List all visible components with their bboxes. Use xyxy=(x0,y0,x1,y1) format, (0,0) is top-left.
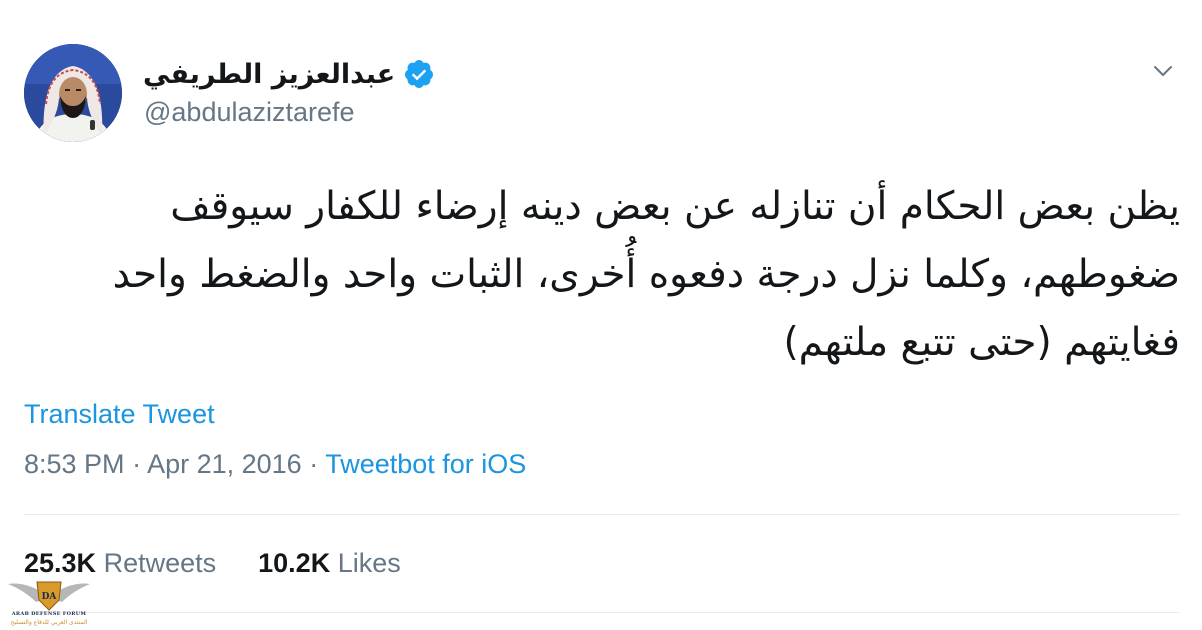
verified-badge-icon xyxy=(403,58,435,90)
author-avatar[interactable] xyxy=(24,44,122,142)
tweet-date[interactable]: Apr 21, 2016 xyxy=(147,449,302,479)
tweet-text-line: يظن بعض الحكام أن تنازله عن بعض دينه إرض… xyxy=(170,184,1180,229)
author-display-name[interactable]: عبدالعزيز الطريفي xyxy=(143,59,395,90)
tweet-metadata: 8:53 PM · Apr 21, 2016 · Tweetbot for iO… xyxy=(24,449,526,480)
svg-text:DA: DA xyxy=(42,592,58,602)
tweet-card: عبدالعزيز الطريفي @abdulaziztarefe يظن ب… xyxy=(0,0,1202,630)
watermark-subtitle: المنتدى العربي للدفاع والتسليح xyxy=(10,619,88,626)
tweet-text-line: فغايتهم (حتى تتبع ملتهم) xyxy=(783,320,1180,365)
author-name-row[interactable]: عبدالعزيز الطريفي xyxy=(143,54,435,94)
likes-label: Likes xyxy=(337,548,401,578)
meta-separator: · xyxy=(301,449,326,479)
meta-separator: · xyxy=(124,449,148,479)
likes-stat[interactable]: 10.2K Likes xyxy=(258,548,401,579)
tweet-time[interactable]: 8:53 PM xyxy=(24,449,125,479)
chevron-down-icon[interactable] xyxy=(1150,58,1176,84)
translate-tweet-link[interactable]: Translate Tweet xyxy=(24,399,215,430)
likes-count: 10.2K xyxy=(258,548,331,578)
divider xyxy=(24,612,1180,613)
tweet-source-link[interactable]: Tweetbot for iOS xyxy=(325,449,526,479)
avatar-image xyxy=(24,44,122,142)
watermark-title: ARAB DEFENSE FORUM xyxy=(11,611,87,617)
author-handle[interactable]: @abdulaziztarefe xyxy=(144,97,355,128)
tweet-text-line: ضغوطهم، وكلما نزل درجة دفعوه أُخرى، الثب… xyxy=(112,252,1180,297)
divider xyxy=(24,514,1180,515)
retweets-label: Retweets xyxy=(103,548,217,578)
tweet-text: يظن بعض الحكام أن تنازله عن بعض دينه إرض… xyxy=(24,173,1180,377)
